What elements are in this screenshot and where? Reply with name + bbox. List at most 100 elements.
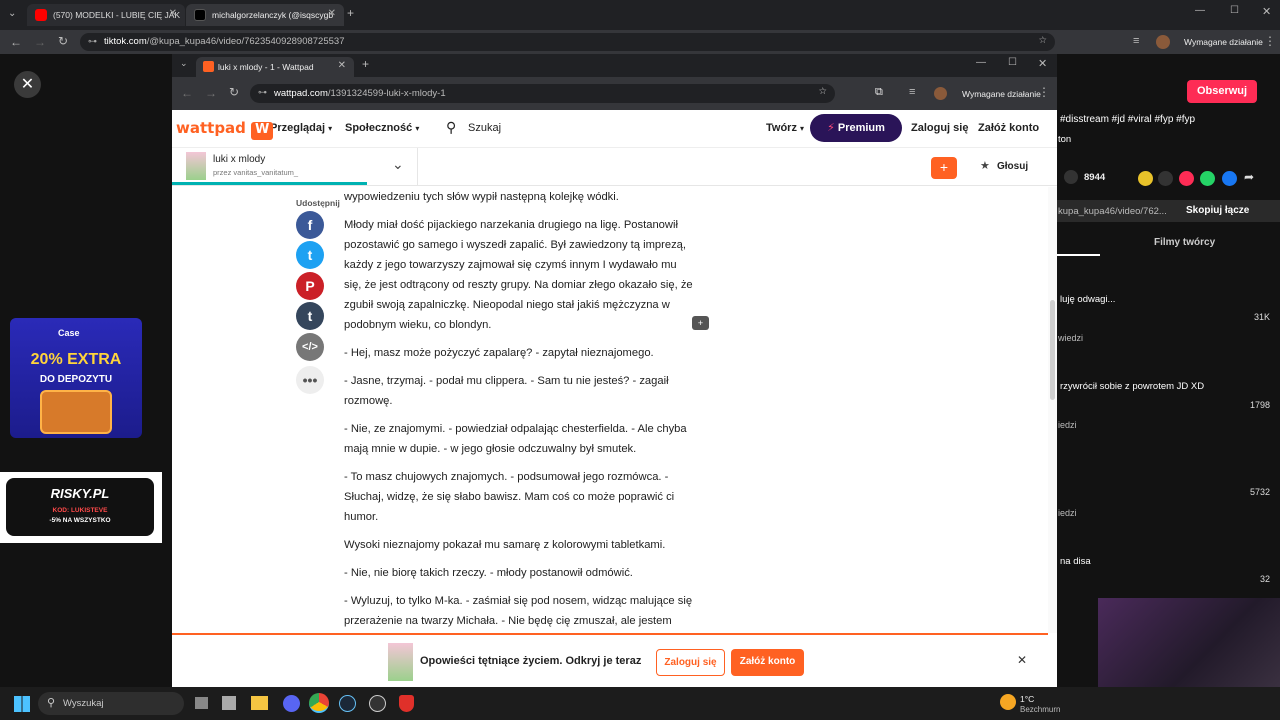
minimize-icon[interactable]: — — [976, 57, 986, 68]
close-icon[interactable]: ✕ — [338, 60, 346, 71]
bookmark-icon[interactable] — [1064, 170, 1078, 184]
site-info-icon[interactable]: ⊶ — [258, 87, 267, 98]
avatar[interactable] — [1156, 35, 1170, 49]
inner-url-field[interactable]: ⊶ wattpad.com/1391324599-luki-x-mlody-1 … — [250, 84, 835, 103]
whatsapp-icon[interactable] — [1200, 171, 1215, 186]
close-window-icon[interactable]: ✕ — [1262, 5, 1271, 18]
tab-creator-videos[interactable]: Filmy twórcy — [1154, 237, 1215, 248]
close-icon[interactable]: ✕ — [1017, 653, 1027, 667]
forward-icon[interactable]: → — [34, 35, 46, 49]
forward-icon[interactable]: → — [205, 86, 217, 100]
bookmark-icon[interactable]: ☆ — [818, 86, 827, 97]
menu-icon[interactable]: ⋮ — [1038, 85, 1050, 99]
list-item-title[interactable]: rzywrócił sobie z powrotem JD XD — [1060, 381, 1204, 392]
tab-search-icon[interactable]: ⌄ — [180, 58, 188, 69]
twitter-icon[interactable]: t — [296, 241, 324, 269]
comment-icon[interactable]: + — [692, 316, 709, 330]
weather-temp[interactable]: 1°C — [1020, 694, 1034, 704]
vote-button[interactable]: Głosuj — [997, 161, 1028, 172]
coin-icon[interactable] — [1138, 171, 1153, 186]
taskbar-search[interactable]: ⚲ Wyszukaj — [38, 692, 184, 715]
list-item-more[interactable]: iedzi — [1058, 420, 1077, 430]
paragraph: - Nie, ze znajomymi. - powiedział odpala… — [344, 423, 687, 455]
tab-search-icon[interactable]: ⌄ — [8, 8, 16, 19]
follow-button[interactable]: Obserwuj — [1187, 80, 1257, 103]
menu-icon[interactable]: ⋮ — [1264, 34, 1276, 48]
nav-community[interactable]: Społeczność ▾ — [345, 122, 419, 134]
search-input[interactable]: Szukaj — [468, 122, 501, 134]
maximize-icon[interactable]: ☐ — [1008, 57, 1017, 68]
wattpad-logo[interactable]: wattpad W — [176, 119, 274, 140]
new-tab-icon[interactable]: + — [362, 57, 369, 71]
pinterest-icon[interactable]: P — [296, 272, 324, 300]
obs-icon[interactable] — [369, 695, 386, 712]
action-required-label[interactable]: Wymagane działanie — [962, 89, 1041, 99]
weather-desc[interactable]: Bezchmurn — [1020, 705, 1060, 714]
more-icon[interactable]: ••• — [296, 366, 324, 394]
video-caption: #disstream #jd #viral #fyp #fyp — [1060, 114, 1196, 125]
url-path: /1391324599-luki-x-mlody-1 — [327, 88, 446, 99]
discord-icon[interactable] — [283, 695, 300, 712]
login-link[interactable]: Zaloguj się — [911, 122, 968, 134]
task-view-icon[interactable] — [195, 697, 208, 709]
close-window-icon[interactable]: ✕ — [1038, 57, 1047, 70]
banner-signup-button[interactable]: Załóż konto — [731, 649, 804, 676]
maximize-icon[interactable]: ☐ — [1230, 5, 1239, 16]
list-item-title[interactable]: luję odwagi... — [1060, 294, 1115, 305]
chrome-icon[interactable] — [309, 693, 329, 713]
close-icon[interactable]: ✕ — [169, 8, 177, 19]
reload-icon[interactable]: ↻ — [229, 85, 239, 99]
weather-icon[interactable] — [1000, 694, 1016, 710]
outer-url-field[interactable]: ⊶ tiktok.com/@kupa_kupa46/video/76235409… — [80, 33, 1055, 51]
risky-sub: -5% NA WSZYSTKO — [49, 517, 111, 524]
shield-icon[interactable] — [399, 695, 414, 712]
inner-tab-wattpad[interactable]: luki x mlody - 1 - Wattpad ✕ — [196, 57, 354, 77]
outer-tab-tiktok[interactable]: michalgorzelanczyk (@isqscygb ✕ — [186, 4, 344, 26]
add-to-list-button[interactable]: + — [931, 157, 957, 179]
site-info-icon[interactable]: ⊶ — [88, 36, 97, 47]
media-icon[interactable]: ≡ — [1133, 35, 1139, 47]
steam-icon[interactable] — [339, 695, 356, 712]
facebook-icon[interactable] — [1222, 171, 1237, 186]
embed-icon[interactable]: </> — [296, 333, 324, 361]
search-icon[interactable]: ⚲ — [446, 119, 456, 136]
windows-icon[interactable] — [14, 696, 30, 712]
premium-button[interactable]: ⚡ Premium — [810, 114, 902, 142]
story-title[interactable]: luki x mlody — [213, 154, 265, 165]
story-cover[interactable] — [186, 152, 206, 180]
list-item-title[interactable]: na disa — [1060, 556, 1091, 567]
close-icon[interactable]: ✕ — [14, 71, 41, 98]
outer-tab-youtube[interactable]: (570) MODELKI - LUBIĘ CIĘ JAK ✕ — [27, 4, 185, 26]
media-icon[interactable]: ≡ — [909, 86, 915, 98]
send-icon[interactable] — [1179, 171, 1194, 186]
list-item-more[interactable]: wiedzi — [1058, 333, 1083, 343]
widgets-icon[interactable] — [222, 696, 236, 710]
file-explorer-icon[interactable] — [251, 696, 268, 710]
nav-write[interactable]: Twórz ▾ — [766, 122, 804, 134]
tumblr-icon[interactable]: t — [296, 302, 324, 330]
action-required-label[interactable]: Wymagane działanie — [1184, 37, 1263, 47]
back-icon[interactable]: ← — [181, 86, 193, 100]
scrollbar-thumb[interactable] — [1050, 300, 1055, 400]
banner-login-button[interactable]: Zaloguj się — [656, 649, 725, 676]
chevron-down-icon[interactable]: ⌄ — [392, 156, 404, 173]
nav-browse[interactable]: Przeglądaj ▾ — [270, 122, 332, 134]
reload-icon[interactable]: ↻ — [58, 34, 68, 48]
list-item-more[interactable]: iedzi — [1058, 508, 1077, 518]
embed-icon[interactable] — [1158, 171, 1173, 186]
copy-link-button[interactable]: Skopiuj łącze — [1186, 205, 1249, 216]
close-icon[interactable]: ✕ — [328, 8, 336, 19]
share-arrow-icon[interactable]: ➦ — [1244, 170, 1254, 184]
bookmark-icon[interactable]: ☆ — [1038, 35, 1047, 46]
minimize-icon[interactable]: — — [1195, 5, 1205, 16]
new-tab-icon[interactable]: + — [347, 6, 354, 20]
story-author[interactable]: przez vanitas_vanitatum_ — [213, 168, 298, 177]
facebook-icon[interactable]: f — [296, 211, 324, 239]
extensions-icon[interactable]: ⧉ — [875, 86, 883, 99]
case-promo: 20% EXTRA — [30, 351, 122, 368]
signup-link[interactable]: Załóż konto — [978, 122, 1039, 134]
star-icon[interactable]: ★ — [980, 159, 990, 172]
avatar[interactable] — [934, 87, 947, 100]
back-icon[interactable]: ← — [10, 35, 22, 49]
scrollbar[interactable] — [1048, 187, 1057, 633]
